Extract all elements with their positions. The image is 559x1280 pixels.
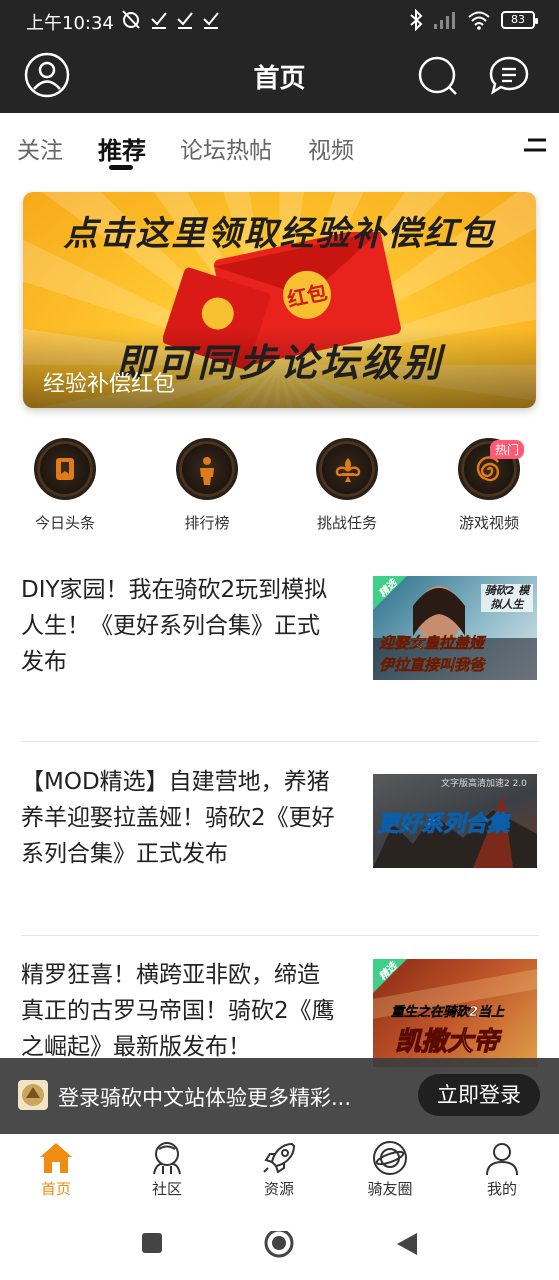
divider <box>21 741 539 742</box>
person-icon <box>200 457 214 485</box>
nav-resources[interactable]: 资源 <box>239 1140 319 1199</box>
nav-rider-circle[interactable]: 骑友圈 <box>350 1140 430 1199</box>
status-time: 上午10:34 <box>26 13 114 34</box>
quick-link-ranking[interactable]: 排行榜 <box>152 438 262 533</box>
check-icon <box>203 12 219 29</box>
home-button-icon[interactable] <box>263 1231 295 1263</box>
bookmark-icon <box>56 458 74 480</box>
home-icon <box>40 1143 72 1173</box>
planet-icon <box>373 1141 407 1175</box>
status-bar: 上午10:34 83 <box>0 0 559 42</box>
back-icon[interactable] <box>395 1231 419 1257</box>
app-header: 上午10:34 83 首页 <box>0 0 559 113</box>
article-thumbnail: 精选 骑砍2 模拟人生 迎娶女皇拉盖娅 伊拉直接叫我爸 <box>373 576 537 680</box>
thumbnail-caption-line2: 伊拉直接叫我爸 <box>379 656 485 675</box>
system-navigation-bar <box>0 1214 559 1280</box>
promo-banner[interactable]: 红包 点击这里领取经验补偿红包 即可同步论坛级别 经验补偿红包 <box>23 192 536 408</box>
thumbnail-caption-line1: 重生之在骑砍2当上 <box>391 1005 505 1020</box>
battery-icon: 83 <box>501 11 538 29</box>
recent-apps-icon[interactable] <box>140 1231 164 1255</box>
banner-caption: 经验补偿红包 <box>43 372 176 397</box>
article-item[interactable]: 精罗狂喜！横跨亚非欧，缔造真正的古罗马帝国！骑砍2《鹰之崛起》最新版发布！ 精选… <box>21 957 539 1067</box>
thumbnail-caption: 更好系列合集 <box>376 812 510 838</box>
login-button[interactable]: 立即登录 <box>418 1074 540 1116</box>
tab-forum-hot[interactable]: 论坛热帖 <box>180 131 272 165</box>
article-title: 【MOD精选】自建营地，养猪养羊迎娶拉盖娅！骑砍2《更好系列合集》正式发布 <box>21 769 335 867</box>
site-logo <box>18 1080 48 1110</box>
status-system-icons: 83 <box>409 9 538 31</box>
tab-follow[interactable]: 关注 <box>17 131 63 165</box>
thumbnail-caption-line1: 迎娶女皇拉盖娅 <box>379 634 485 653</box>
page-title: 首页 <box>253 64 306 94</box>
tab-recommend[interactable]: 推荐 <box>98 131 146 166</box>
nav-mine[interactable]: 我的 <box>462 1140 542 1199</box>
article-item[interactable]: DIY家园！我在骑砍2玩到模拟人生！《更好系列合集》正式发布 精选 骑砍2 模拟… <box>21 572 539 692</box>
alarm-off-icon <box>122 10 140 29</box>
thumbnail-corner-text: 骑砍2 模拟人生 <box>481 584 533 612</box>
divider <box>21 935 539 936</box>
article-title: 精罗狂喜！横跨亚非欧，缔造真正的古罗马帝国！骑砍2《鹰之崛起》最新版发布！ <box>21 962 335 1060</box>
banner-headline: 点击这里领取经验补偿红包 <box>63 214 496 254</box>
login-prompt-bar: 登录骑砍中文站体验更多精彩... 立即登录 <box>0 1058 559 1134</box>
quick-link-challenges[interactable]: 挑战任务 <box>292 438 402 533</box>
thumbnail-corner-text: 文字版高清加速2 2.0 <box>441 779 527 789</box>
quick-link-game-videos[interactable]: 游戏视频 <box>434 438 544 533</box>
article-thumbnail: 精选 重生之在骑砍2当上 凯撒大帝 <box>373 959 537 1067</box>
rocket-icon <box>263 1142 296 1174</box>
category-tabs: 关注 推荐 论坛热帖 视频 <box>0 113 559 177</box>
article-title: DIY家园！我在骑砍2玩到模拟人生！《更好系列合集》正式发布 <box>21 577 328 675</box>
article-item[interactable]: 【MOD精选】自建营地，养猪养羊迎娶拉盖娅！骑砍2《更好系列合集》正式发布 文字… <box>21 764 539 884</box>
tab-menu-icon[interactable] <box>522 137 548 155</box>
check-icon <box>177 12 193 29</box>
nav-community[interactable]: 社区 <box>127 1140 207 1199</box>
search-icon[interactable] <box>416 54 460 98</box>
bluetooth-icon <box>410 9 423 31</box>
quick-link-headlines[interactable]: 今日头条 <box>10 438 120 533</box>
fleur-de-lis-icon <box>335 458 361 482</box>
thumbnail-caption-line2: 凯撒大帝 <box>394 1027 500 1058</box>
bottom-navigation: 首页 社区 资源 骑友圈 我的 <box>0 1134 559 1214</box>
login-prompt-text: 登录骑砍中文站体验更多精彩... <box>58 1086 352 1110</box>
check-icon <box>151 12 167 29</box>
tab-video[interactable]: 视频 <box>308 131 354 165</box>
swirl-icon <box>476 456 500 482</box>
hot-badge: 热门 <box>490 440 525 459</box>
nav-home[interactable]: 首页 <box>16 1140 96 1199</box>
wifi-icon <box>468 11 490 30</box>
user-icon <box>486 1143 518 1176</box>
status-notification-icons <box>120 8 220 30</box>
community-icon <box>153 1142 181 1175</box>
active-tab-indicator <box>109 165 133 170</box>
message-icon[interactable] <box>487 54 531 98</box>
article-thumbnail: 文字版高清加速2 2.0 更好系列合集 <box>373 774 537 868</box>
signal-icon <box>434 12 455 29</box>
